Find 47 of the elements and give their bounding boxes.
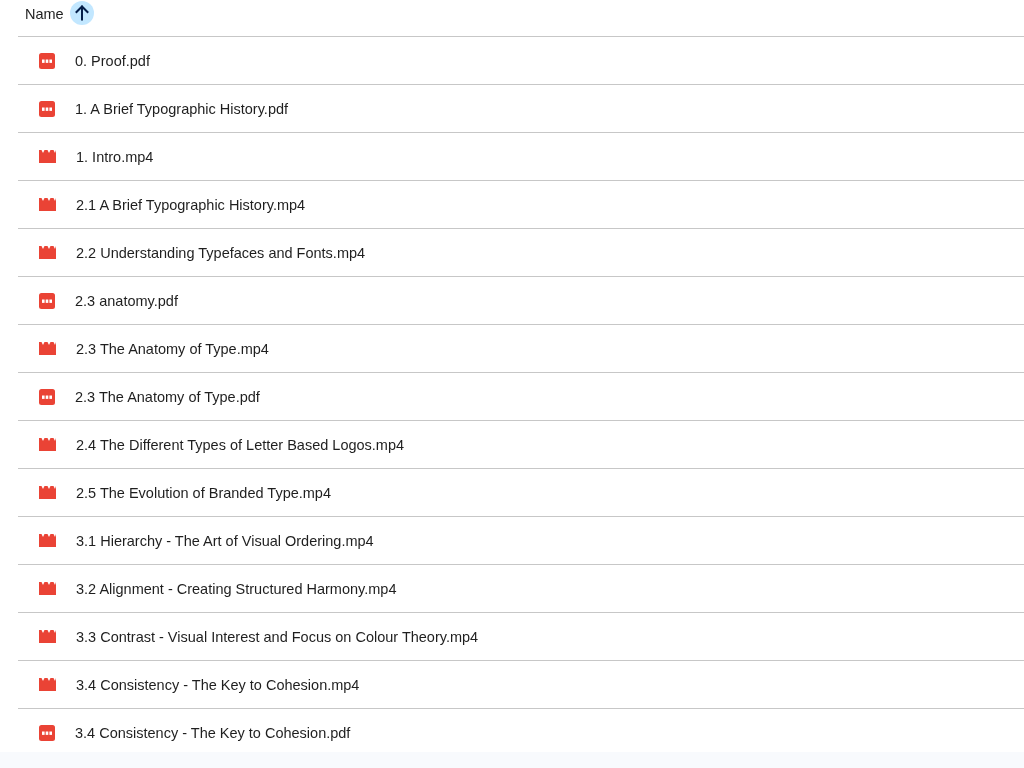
file-name: 2.3 The Anatomy of Type.mp4 <box>76 340 269 357</box>
name-column-header[interactable]: Name <box>25 5 64 23</box>
file-name: 3.4 Consistency - The Key to Cohesion.mp4 <box>76 676 360 693</box>
file-name: 3.1 Hierarchy - The Art of Visual Ordering.mp4 <box>76 532 374 549</box>
sort-arrow-icon[interactable] <box>69 1 94 25</box>
file-name: 3.3 Contrast - Visual Interest and Focus on Colour Theory.mp4 <box>76 628 479 645</box>
file-type-icon <box>39 292 55 309</box>
file-row[interactable]: 1. A Brief Typographic History.pdf <box>18 85 1024 133</box>
file-row[interactable]: 2.3 The Anatomy of Type.pdf <box>18 373 1024 421</box>
file-name: 2.3 anatomy.pdf <box>75 292 178 309</box>
file-name: 2.4 The Different Types of Letter Based Logos.mp4 <box>76 436 405 453</box>
file-row[interactable]: 2.1 A Brief Typographic History.mp4 <box>18 181 1024 229</box>
clapperboard-icon <box>39 246 56 259</box>
file-row[interactable]: 3.1 Hierarchy - The Art of Visual Ordering.mp4 <box>18 517 1024 565</box>
file-name: 1. Intro.mp4 <box>76 148 154 165</box>
file-row[interactable]: 2.3 anatomy.pdf <box>18 277 1024 325</box>
file-row[interactable]: 3.3 Contrast - Visual Interest and Focus on Colour Theory.mp4 <box>18 613 1024 661</box>
file-name: 3.4 Consistency - The Key to Cohesion.pdf <box>75 725 351 741</box>
file-name: 2.3 The Anatomy of Type.pdf <box>75 388 260 405</box>
file-name: 3.2 Alignment - Creating Structured Harmony.mp4 <box>76 580 397 597</box>
file-row[interactable]: 3.4 Consistency - The Key to Cohesion.pdf <box>18 709 1024 757</box>
clapperboard-icon <box>39 630 56 643</box>
file-type-icon <box>39 52 55 69</box>
clapperboard-icon <box>39 198 56 211</box>
file-row[interactable]: 3.4 Consistency - The Key to Cohesion.mp4 <box>18 661 1024 709</box>
clapperboard-icon <box>39 486 56 499</box>
file-type-icon <box>39 725 55 741</box>
clapperboard-icon <box>39 678 56 691</box>
clapperboard-icon <box>39 534 56 547</box>
file-name: 2.1 A Brief Typographic History.mp4 <box>76 196 306 213</box>
clapperboard-icon <box>39 342 56 355</box>
file-name: 1. A Brief Typographic History.pdf <box>75 100 289 117</box>
file-name: 0. Proof.pdf <box>75 52 150 69</box>
file-name: 2.2 Understanding Typefaces and Fonts.mp4 <box>76 244 366 261</box>
clapperboard-icon <box>39 438 56 451</box>
file-row[interactable]: 2.2 Understanding Typefaces and Fonts.mp4 <box>18 229 1024 277</box>
file-row[interactable]: 2.4 The Different Types of Letter Based Logos.mp4 <box>18 421 1024 469</box>
file-name: 2.5 The Evolution of Branded Type.mp4 <box>76 484 331 501</box>
file-type-icon <box>39 100 55 117</box>
file-type-icon <box>39 388 55 405</box>
file-row[interactable]: 2.3 The Anatomy of Type.mp4 <box>18 325 1024 373</box>
file-row[interactable]: 0. Proof.pdf <box>18 37 1024 85</box>
file-row[interactable]: 1. Intro.mp4 <box>18 133 1024 181</box>
clapperboard-icon <box>39 150 56 163</box>
clapperboard-icon <box>39 582 56 595</box>
file-row[interactable]: 2.5 The Evolution of Branded Type.mp4 <box>18 469 1024 517</box>
file-row[interactable]: 3.2 Alignment - Creating Structured Harmony.mp4 <box>18 565 1024 613</box>
